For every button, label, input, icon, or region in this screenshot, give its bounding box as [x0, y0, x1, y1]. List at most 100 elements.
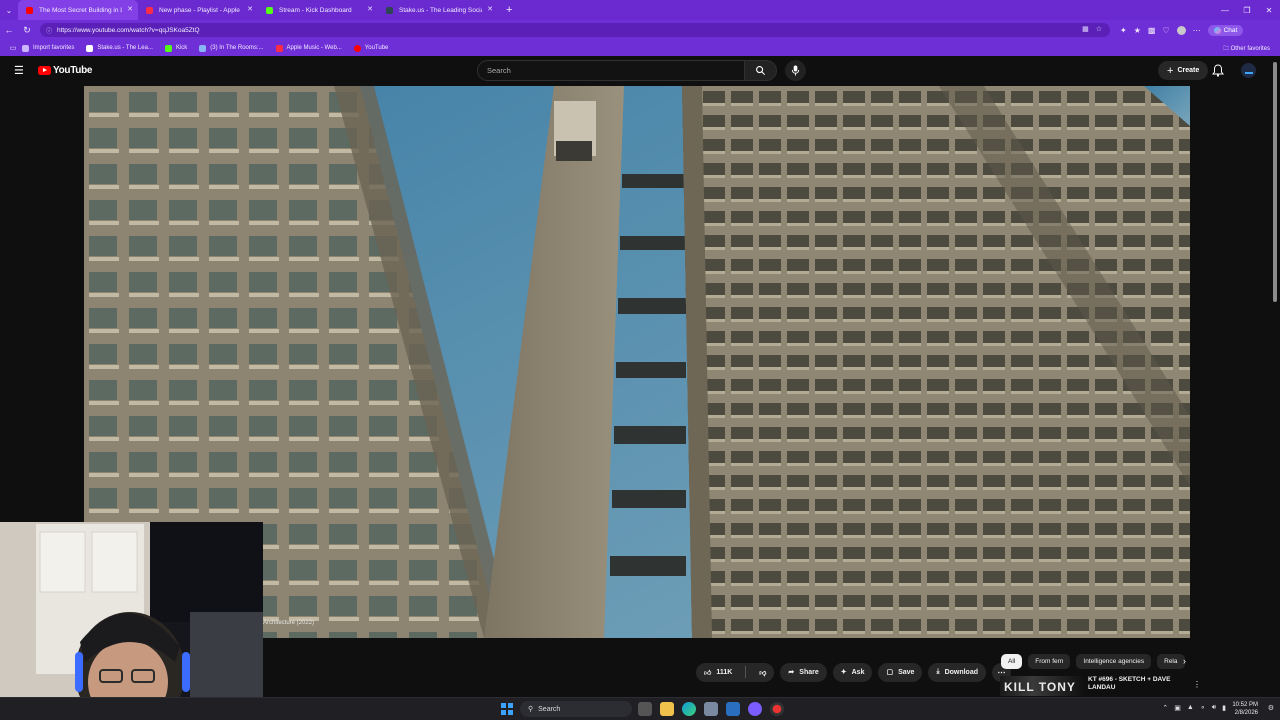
chip-intelligence-agencies[interactable]: Intelligence agencies [1076, 654, 1152, 669]
tray-app-icon[interactable]: ▲ [1187, 704, 1194, 712]
guide-menu-icon[interactable]: ☰ [14, 64, 24, 77]
copilot-icon [1213, 26, 1221, 34]
kick-favicon-icon [266, 6, 273, 14]
bookmark-kick[interactable]: Kick [164, 44, 187, 52]
apple-music-favicon-icon [146, 6, 153, 14]
bookmark-apple-music[interactable]: Apple Music - Web... [275, 44, 342, 52]
tray-app-icon[interactable]: ▣ [1174, 704, 1181, 712]
recommended-thumbnail[interactable]: KILL TONY [1000, 676, 1082, 696]
bookmark-import-favorites[interactable]: Import favorites [22, 44, 74, 52]
refresh-icon[interactable]: ↻ [18, 25, 36, 36]
chip-from-fern[interactable]: From fern [1028, 654, 1071, 669]
url-text: https://www.youtube.com/watch?v=qqJSKoa5… [57, 26, 200, 34]
page-scrollbar[interactable] [1270, 56, 1280, 697]
app-available-icon[interactable]: ▦ [1082, 25, 1089, 33]
browser-tab-stake[interactable]: Stake.us - The Leading Social Casi ✕ [378, 0, 498, 20]
favorites-icon[interactable]: ★ [1134, 26, 1141, 35]
close-tab-icon[interactable]: ✕ [487, 5, 493, 13]
more-vertical-icon[interactable]: ⋮ [1193, 680, 1201, 689]
discord-icon[interactable] [748, 702, 762, 716]
edge-browser-icon[interactable] [682, 702, 696, 716]
tab-actions-menu-icon[interactable]: ⌄ [0, 0, 18, 20]
close-tab-icon[interactable]: ✕ [247, 5, 253, 13]
recommended-video[interactable]: KILL TONY KT #696 - SKETCH + DAVE LANDAU [1000, 676, 1205, 696]
chip-related[interactable]: Rela [1157, 654, 1185, 669]
search-input[interactable]: Search [477, 60, 745, 81]
steam-icon[interactable] [726, 702, 740, 716]
battery-icon[interactable]: ▮ [1222, 704, 1226, 712]
window-controls: — ❐ ✕ [1214, 0, 1280, 20]
notifications-bell-icon[interactable] [1212, 64, 1224, 77]
bookmark-in-the-rooms[interactable]: (3) In The Rooms:... [199, 44, 264, 52]
other-favorites[interactable]: 🗀 Other favorites [1223, 44, 1270, 54]
download-icon: ⤓ [936, 668, 940, 675]
obs-icon[interactable] [770, 702, 784, 716]
extensions-icon[interactable]: ✦ [1120, 26, 1127, 35]
browser-essentials-icon[interactable]: ♡ [1162, 26, 1169, 35]
youtube-logo-text: YouTube [53, 65, 93, 76]
copilot-chat-button[interactable]: Chat [1207, 24, 1244, 36]
notifications-icon[interactable]: ⚙ [1268, 704, 1274, 712]
browser-tab-youtube[interactable]: The Most Secret Building in Lo ✕ [18, 0, 138, 20]
close-tab-icon[interactable]: ✕ [127, 5, 133, 13]
youtube-icon [353, 44, 361, 52]
more-menu-icon[interactable]: ⋯ [1193, 26, 1201, 35]
bookmark-label: (3) In The Rooms:... [210, 45, 264, 51]
taskbar-search[interactable]: ⚲ Search [520, 701, 632, 717]
youtube-masthead: ☰ YouTube Search + Create [0, 56, 1270, 86]
create-button[interactable]: + Create [1158, 61, 1209, 80]
file-explorer-icon[interactable] [660, 702, 674, 716]
taskbar-search-label: Search [538, 705, 561, 713]
youtube-favicon-icon [26, 6, 33, 14]
browser-tab-kick[interactable]: Stream - Kick Dashboard ✕ [258, 0, 378, 20]
new-tab-icon[interactable]: + [506, 4, 512, 16]
settings-gear-icon[interactable] [704, 702, 718, 716]
rooms-icon [199, 44, 207, 52]
sidebar-toggle-icon[interactable]: ▭ [4, 44, 22, 52]
dislike-button[interactable]: 👎︎ [751, 663, 774, 682]
kick-icon [164, 44, 172, 52]
ask-button[interactable]: ✦ Ask [832, 662, 873, 682]
minimize-icon[interactable]: — [1214, 6, 1236, 15]
tray-overflow-icon[interactable]: ⌃ [1162, 704, 1168, 712]
site-info-icon[interactable]: ⓘ [46, 26, 52, 35]
taskbar-clock[interactable]: 10:52 PM 2/8/2026 [1232, 701, 1258, 717]
account-avatar[interactable] [1241, 63, 1256, 78]
chip-all[interactable]: All [1001, 654, 1023, 669]
windows-start-icon[interactable] [501, 703, 513, 715]
download-label: Download [944, 668, 979, 676]
profile-avatar[interactable] [1176, 25, 1186, 35]
back-icon[interactable]: ← [0, 25, 18, 35]
share-button[interactable]: ➦ Share [780, 662, 827, 682]
close-window-icon[interactable]: ✕ [1258, 6, 1280, 15]
recommended-title[interactable]: KT #696 - SKETCH + DAVE LANDAU [1088, 676, 1193, 696]
like-button[interactable]: 👍︎ 111K [696, 663, 740, 682]
stake-favicon-icon [386, 6, 393, 14]
tab-title: New phase - Playlist - Apple Music [159, 6, 242, 14]
search-icon: ⚲ [528, 706, 534, 713]
close-tab-icon[interactable]: ✕ [367, 5, 373, 13]
search-button[interactable] [745, 60, 777, 81]
download-button[interactable]: ⤓ Download [928, 662, 987, 682]
save-button[interactable]: ▢ Save [878, 662, 923, 682]
bookmark-stake[interactable]: Stake.us - The Lea... [86, 44, 153, 52]
restore-icon[interactable]: ❐ [1236, 6, 1258, 15]
volume-icon[interactable]: 🔊︎ [1212, 704, 1216, 712]
bookmark-youtube[interactable]: YouTube [353, 44, 388, 52]
browser-tab-apple-music[interactable]: New phase - Playlist - Apple Music ✕ [138, 0, 258, 20]
collections-icon[interactable]: ▩ [1148, 26, 1156, 35]
save-label: Save [898, 668, 915, 676]
wifi-icon[interactable]: ⚬ [1200, 704, 1206, 712]
task-view-icon[interactable] [638, 702, 652, 716]
url-bar[interactable]: ⓘ https://www.youtube.com/watch?v=qqJSKo… [40, 23, 1110, 37]
favorite-star-icon[interactable]: ☆ [1096, 25, 1102, 33]
voice-search-button[interactable] [785, 60, 806, 81]
scrollbar-thumb[interactable] [1273, 62, 1277, 302]
share-icon: ➦ [788, 669, 795, 676]
folder-icon: 🗀 [1222, 46, 1229, 52]
browser-tab-bar: ⌄ The Most Secret Building in Lo ✕ New p… [0, 0, 1280, 20]
chevron-right-icon[interactable]: › [1183, 656, 1186, 666]
bookmarks-bar: ▭ Import favorites Stake.us - The Lea...… [0, 40, 1280, 56]
youtube-logo[interactable]: YouTube [38, 65, 93, 76]
search-bar: Search [477, 60, 777, 81]
